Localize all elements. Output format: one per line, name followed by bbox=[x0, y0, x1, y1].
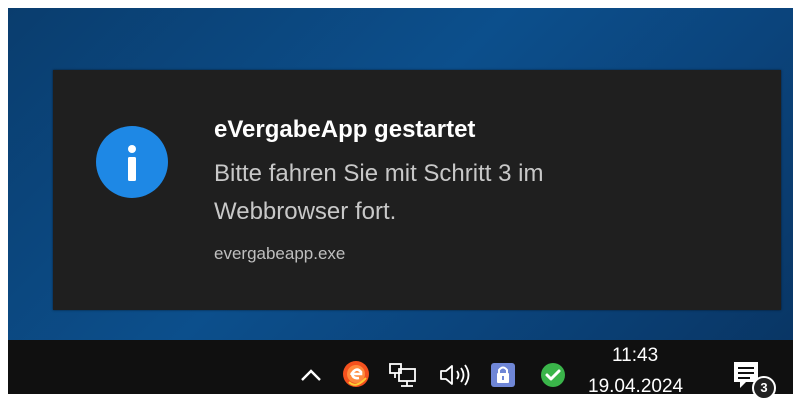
evergabe-app-icon[interactable] bbox=[340, 358, 372, 390]
notification-count-badge: 3 bbox=[752, 376, 776, 400]
toast-title: eVergabeApp gestartet bbox=[214, 116, 476, 143]
clock-date[interactable]: 19.04.2024 bbox=[588, 376, 683, 398]
toast-message: Bitte fahren Sie mit Schritt 3 im Webbro… bbox=[214, 160, 544, 225]
check-icon[interactable] bbox=[538, 360, 568, 390]
volume-icon[interactable] bbox=[436, 360, 476, 390]
info-icon bbox=[96, 126, 168, 198]
clock-time[interactable]: 11:43 bbox=[612, 345, 658, 367]
chevron-up-icon[interactable] bbox=[296, 362, 326, 388]
lock-icon[interactable] bbox=[488, 360, 518, 390]
toast-source: evergabeapp.exe bbox=[214, 244, 346, 263]
network-icon[interactable] bbox=[386, 360, 420, 390]
